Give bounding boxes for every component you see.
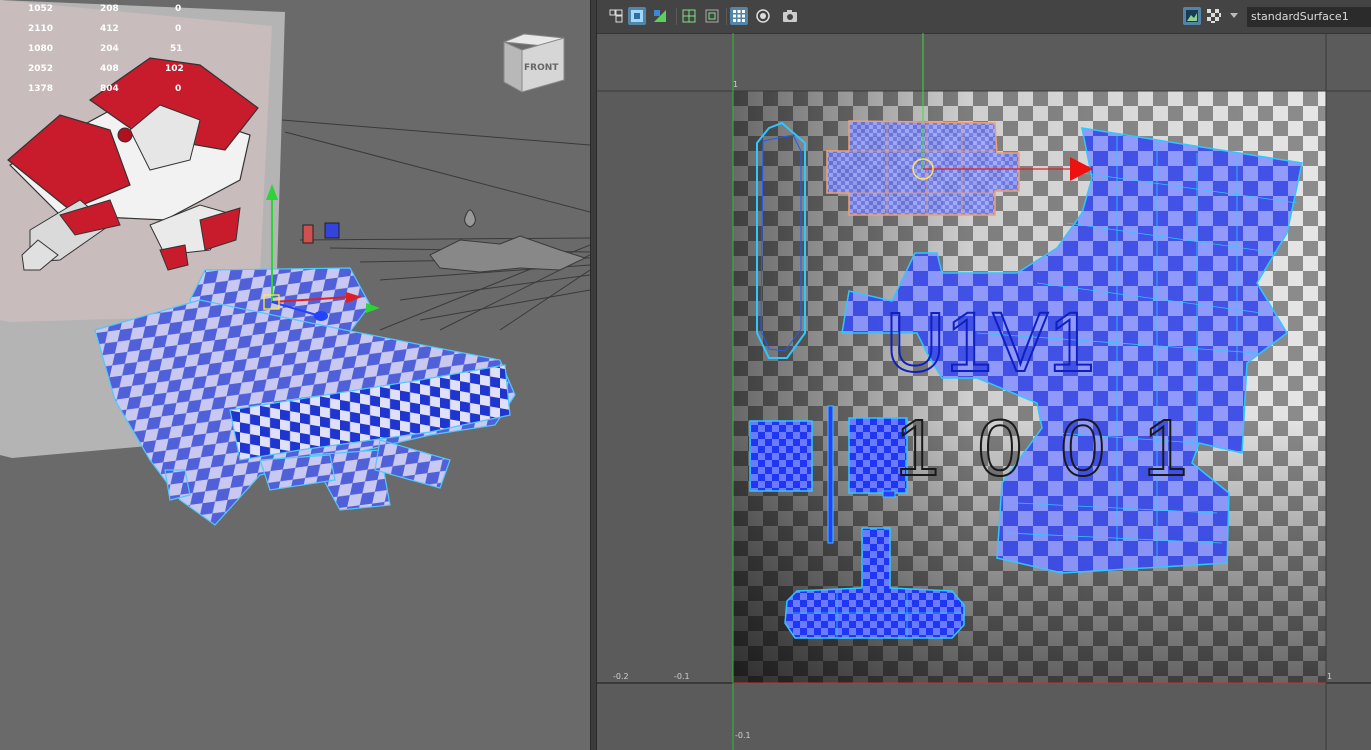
perspective-viewport[interactable]: 1052 208 0 2110 412 0 1080 204 51 2052 4…: [0, 0, 590, 750]
axis-label-u-one: 1: [1327, 672, 1333, 681]
hud-value: 208: [100, 4, 119, 14]
hud-row: 1378 804 0: [10, 84, 190, 104]
viewport-scene: [0, 0, 590, 526]
hud-value: 1052: [28, 4, 54, 14]
snapshot-icon[interactable]: [781, 7, 799, 25]
uv-shade-icon[interactable]: [651, 7, 669, 25]
grid-icon[interactable]: [680, 7, 698, 25]
isolate-icon[interactable]: [754, 7, 772, 25]
udim-label: U1V1: [885, 295, 1095, 389]
uv-editor-toolbar: standardSurface1: [597, 0, 1371, 34]
hud-value: 204: [100, 44, 119, 54]
hud-value: 804: [100, 84, 119, 94]
hud-row: 2052 408 102: [10, 64, 190, 84]
hud-value: 408: [100, 64, 119, 74]
hud-row: 2110 412 0: [10, 24, 190, 44]
hud-value: 2110: [28, 24, 54, 34]
view-cube-label: FRONT: [524, 63, 559, 73]
checker-map-icon[interactable]: [1205, 7, 1223, 25]
checker-grid-icon[interactable]: [730, 7, 748, 25]
panel-divider[interactable]: [590, 0, 597, 750]
axis-label-u-neg-02: -0.2: [613, 672, 629, 681]
heads-up-display: 1052 208 0 2110 412 0 1080 204 51 2052 4…: [10, 4, 190, 104]
axis-label-u-neg-01: -0.1: [674, 672, 690, 681]
hud-value: 2052: [28, 64, 54, 74]
hud-value: 1378: [28, 84, 54, 94]
hud-value: 1080: [28, 44, 54, 54]
axis-label-v-neg-01: -0.1: [735, 731, 751, 740]
uv-shell: [749, 420, 813, 492]
material-name-field[interactable]: standardSurface1: [1247, 7, 1371, 27]
dropdown-arrow-icon[interactable]: [1228, 7, 1240, 25]
uv-editor-panel[interactable]: standardSurface1 U1V1 1 0 0 1 1 -0.2 -0.…: [597, 0, 1371, 750]
grid-snap-icon[interactable]: [703, 7, 721, 25]
hud-value: 412: [100, 24, 119, 34]
uv-shell-icon[interactable]: [607, 7, 625, 25]
udim-tile-number: 1 0 0 1: [895, 403, 1196, 492]
uv-select-icon[interactable]: [628, 7, 646, 25]
axis-label-v-top: 1: [733, 80, 739, 89]
hud-value: 0: [175, 24, 182, 34]
view-cube[interactable]: FRONT: [500, 32, 570, 94]
hud-row: 1080 204 51: [10, 44, 190, 64]
uv-canvas[interactable]: U1V1 1 0 0 1: [597, 33, 1371, 750]
background-props: [302, 209, 587, 273]
image-display-icon[interactable]: [1183, 7, 1201, 25]
hud-value: 51: [170, 44, 183, 54]
hud-value: 0: [175, 4, 182, 14]
hud-value: 0: [175, 84, 182, 94]
hud-value: 102: [165, 64, 184, 74]
hud-row: 1052 208 0: [10, 4, 190, 24]
